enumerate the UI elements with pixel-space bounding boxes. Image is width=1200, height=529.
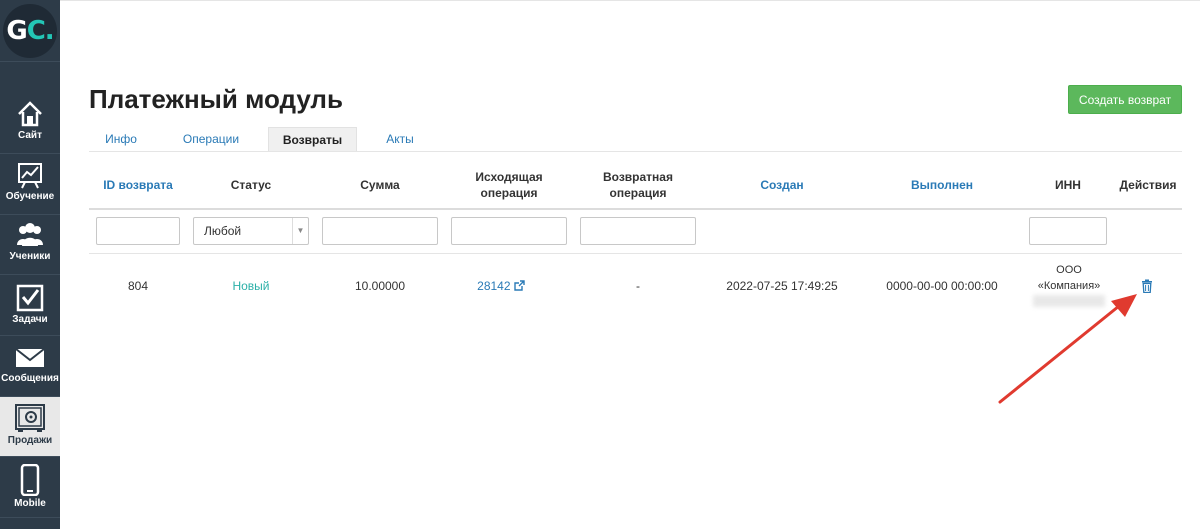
users-icon bbox=[17, 223, 43, 246]
tab-acts[interactable]: Акты bbox=[371, 127, 429, 152]
column-header-source-op-line1: Исходящая bbox=[475, 170, 543, 184]
sidebar-item-label: Сообщения bbox=[1, 373, 59, 384]
filter-id-input[interactable] bbox=[96, 217, 180, 245]
column-header-source-op: Исходящая операция bbox=[455, 169, 563, 201]
filter-status-select[interactable]: Любой ▼ bbox=[193, 217, 309, 245]
column-header-return-op-line2: операция bbox=[609, 186, 667, 200]
sidebar-item-learning[interactable]: Обучение bbox=[0, 155, 60, 215]
home-icon bbox=[18, 101, 42, 127]
column-header-done[interactable]: Выполнен bbox=[880, 177, 1004, 193]
column-header-actions: Действия bbox=[1119, 178, 1177, 192]
sidebar-item-messages[interactable]: Сообщения bbox=[0, 337, 60, 397]
cell-id: 804 bbox=[127, 279, 149, 293]
sidebar-item-label: Ученики bbox=[9, 251, 51, 262]
top-divider bbox=[60, 0, 1200, 1]
column-header-sum: Сумма bbox=[360, 178, 400, 192]
tab-returns[interactable]: Возвраты bbox=[268, 127, 357, 152]
table-header-divider bbox=[89, 208, 1182, 210]
filter-return-op-input[interactable] bbox=[580, 217, 696, 245]
source-operation-id: 28142 bbox=[477, 279, 511, 293]
sidebar-item-label: Задачи bbox=[12, 314, 48, 325]
cell-status: Новый bbox=[232, 279, 270, 293]
annotation-arrow bbox=[998, 294, 1137, 404]
sidebar-item-sales[interactable]: Продажи bbox=[0, 397, 60, 457]
page-title: Платежный модуль bbox=[89, 84, 343, 114]
column-header-return-op-line1: Возвратная bbox=[603, 170, 673, 184]
cell-return-op: - bbox=[636, 279, 640, 293]
column-header-status: Статус bbox=[230, 178, 272, 192]
envelope-icon bbox=[15, 348, 45, 367]
external-link-icon bbox=[514, 280, 525, 291]
filter-source-op-input[interactable] bbox=[451, 217, 567, 245]
tab-operations[interactable]: Операции bbox=[167, 127, 255, 152]
sidebar: GC. Сайт Обучение Ученики Задачи Сообщен… bbox=[0, 0, 60, 529]
filter-row-divider bbox=[89, 253, 1182, 254]
phone-icon bbox=[20, 464, 40, 496]
tab-info[interactable]: Инфо bbox=[89, 127, 153, 152]
sidebar-item-mobile[interactable]: Mobile bbox=[0, 458, 60, 518]
column-header-id[interactable]: ID возврата bbox=[90, 177, 186, 193]
checkbox-icon bbox=[16, 284, 44, 312]
sidebar-item-label: Продажи bbox=[7, 435, 53, 446]
chart-board-icon bbox=[18, 163, 42, 189]
column-header-source-op-line2: операция bbox=[480, 186, 538, 200]
safe-icon bbox=[15, 404, 45, 432]
cell-inn-line1: ООО bbox=[1056, 264, 1082, 276]
sidebar-item-students[interactable]: Ученики bbox=[0, 215, 60, 275]
sidebar-item-label: Сайт bbox=[18, 130, 42, 141]
filter-inn-input[interactable] bbox=[1029, 217, 1107, 245]
source-operation-link[interactable]: 28142 bbox=[470, 279, 532, 293]
filter-status-value: Любой bbox=[204, 224, 242, 238]
column-header-inn: ИНН bbox=[1055, 178, 1081, 192]
column-header-return-op: Возвратная операция bbox=[583, 169, 693, 201]
sidebar-item-label: Обучение bbox=[5, 191, 55, 202]
tabs-divider bbox=[89, 151, 1182, 152]
sidebar-item-site[interactable]: Сайт bbox=[0, 94, 60, 154]
logo-mark: GC. bbox=[3, 4, 57, 58]
chevron-down-icon: ▼ bbox=[292, 218, 308, 244]
cell-sum: 10.00000 bbox=[354, 279, 406, 293]
create-return-button[interactable]: Создать возврат bbox=[1068, 85, 1182, 114]
filter-sum-input[interactable] bbox=[322, 217, 438, 245]
sidebar-item-tasks[interactable]: Задачи bbox=[0, 276, 60, 336]
sidebar-item-label: Mobile bbox=[14, 498, 46, 509]
column-header-created[interactable]: Создан bbox=[730, 177, 834, 193]
cell-created: 2022-07-25 17:49:25 bbox=[726, 279, 838, 293]
logo[interactable]: GC. bbox=[0, 0, 60, 62]
